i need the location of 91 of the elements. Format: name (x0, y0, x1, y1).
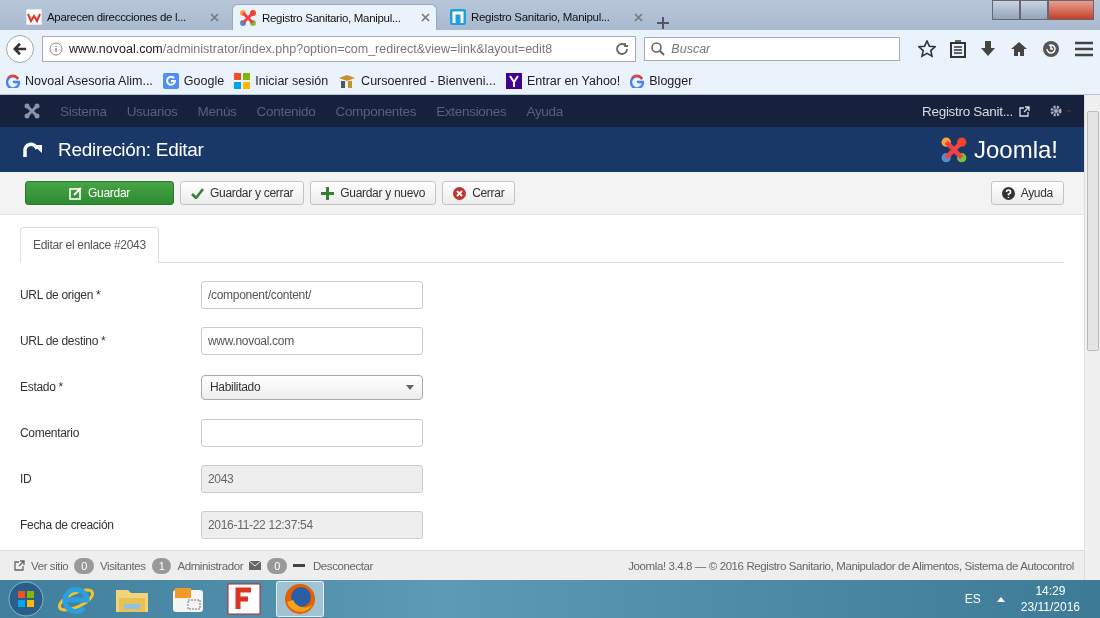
caret-icon (406, 384, 414, 390)
y-letter-icon (505, 72, 522, 89)
toolbar-button[interactable]: Cerrar (442, 181, 516, 205)
close-icon[interactable] (634, 12, 643, 22)
w-letter-icon (26, 9, 42, 25)
start-button-icon[interactable] (8, 581, 44, 617)
url-text: www.novoal.com/administrator/index.php?option=com_redirect&view=link&layout=edit8 (69, 41, 553, 56)
reload-icon[interactable] (615, 41, 630, 56)
close-icon[interactable] (210, 12, 219, 22)
count-badge: 1 (151, 557, 172, 574)
dropdown[interactable]: Habilitado (201, 374, 423, 400)
field-label: ID (20, 472, 33, 486)
clock-time: 14:29 (1035, 583, 1066, 599)
f-letter-icon (227, 583, 261, 615)
browser-tab[interactable]: Registro Sanitario, Manipul... (232, 4, 437, 30)
g-letter-icon (162, 72, 179, 89)
close-icon[interactable] (421, 13, 430, 22)
back-button[interactable] (6, 34, 34, 63)
input-field[interactable]: 2043 (201, 465, 423, 493)
search-field[interactable]: Buscar (644, 36, 900, 61)
page-title: Redireción: Editar (58, 138, 204, 161)
taskbar-app[interactable] (276, 581, 324, 617)
redo-arrow-icon (22, 140, 44, 159)
gear-icon[interactable] (1050, 105, 1072, 117)
caret-up-icon[interactable] (996, 596, 1005, 602)
menu-icon[interactable] (1074, 40, 1094, 57)
scrollbar[interactable] (1084, 95, 1100, 580)
new-tab-icon[interactable] (656, 16, 670, 30)
close-button[interactable] (1048, 0, 1094, 20)
toolbar-button[interactable]: Guardar (25, 181, 174, 205)
firefox-icon (283, 582, 317, 616)
field-label: Comentario (20, 426, 81, 440)
n-letter-icon (450, 9, 466, 25)
field-label: URL de destino * (20, 334, 107, 348)
field-label: Estado * (20, 380, 64, 394)
info-icon (49, 41, 63, 56)
bookmark-link[interactable]: Iniciar sesión (234, 72, 329, 89)
logout-link[interactable]: Desconectar (292, 559, 374, 572)
counter-label: Administrador (177, 559, 244, 572)
maximize-button[interactable] (1020, 0, 1048, 20)
history-icon[interactable] (1042, 39, 1060, 58)
form-tab[interactable]: Editar el enlace #2043 (20, 227, 159, 263)
count-badge: 0 (267, 557, 287, 574)
envelope-icon (249, 561, 262, 570)
footer-text: Joomla! 3.4.8 — © 2016 Registro Sanitario, Manipulador de Alimentos, Sistema de Autocontrol (628, 559, 1074, 572)
counter-label: Visitantes (100, 559, 146, 572)
g-letter-icon (6, 73, 20, 88)
back-arrow-icon (13, 41, 27, 56)
edit-icon (69, 186, 83, 200)
input-field[interactable]: 2016-11-22 12:37:54 (201, 511, 423, 539)
close-icon (453, 186, 467, 200)
browser-tab[interactable]: Registro Sanitario, Manipul... (444, 4, 649, 30)
minimize-button[interactable] (992, 0, 1020, 20)
input-field[interactable]: www.novoal.com (201, 327, 423, 355)
clipboard-icon[interactable] (950, 39, 966, 58)
windows-logo-icon (234, 72, 251, 89)
bookmark-link[interactable]: Blogger (630, 73, 693, 88)
view-site-link[interactable]: Ver sitio (14, 559, 69, 572)
address-bar[interactable]: www.novoal.com/administrator/index.php?option=com_redirect&view=link&layout=edit8 (42, 35, 637, 62)
field-label: Fecha de creación (20, 518, 115, 532)
help-icon (1001, 186, 1015, 200)
count-badge: 0 (74, 557, 95, 574)
clock-date: 23/11/2016 (1020, 599, 1080, 615)
site-link[interactable]: Registro Sanit... (922, 103, 1030, 119)
download-icon[interactable] (980, 39, 996, 58)
input-field[interactable] (201, 419, 423, 447)
minus-icon (292, 564, 305, 567)
home-icon[interactable] (1010, 40, 1028, 57)
language-indicator[interactable]: ES (964, 592, 981, 606)
check-icon (191, 187, 204, 199)
bookmark-link[interactable]: Google (162, 72, 225, 89)
joomla-icon (239, 8, 257, 27)
field-label: URL de origen * (20, 288, 102, 302)
help-button[interactable]: Ayuda (990, 181, 1064, 205)
toolbar-button[interactable]: Guardar y cerrar (180, 181, 305, 205)
bookmark-link[interactable]: Cursoenred - Bienveni... (338, 72, 496, 89)
toolbar-button[interactable]: Guardar y nuevo (310, 181, 437, 205)
graduation-cap-icon (338, 72, 357, 89)
browser-tab[interactable]: Aparecen direccciones de l... (20, 4, 225, 30)
external-link-icon (14, 560, 25, 571)
bookmark-link[interactable]: Entrar en Yahoo! (505, 72, 621, 89)
joomla-icon[interactable] (24, 103, 40, 119)
search-icon (651, 41, 666, 56)
bookmark-link[interactable]: Novoal Asesoria Alim... (6, 73, 153, 88)
g-letter-icon (630, 73, 645, 88)
joomla-logo: Joomla! (939, 135, 1058, 164)
plus-icon (321, 186, 335, 200)
joomla-icon (939, 135, 968, 164)
star-icon[interactable] (918, 39, 936, 58)
external-link-icon (1019, 105, 1030, 117)
input-field[interactable]: /component/content/ (201, 281, 423, 309)
